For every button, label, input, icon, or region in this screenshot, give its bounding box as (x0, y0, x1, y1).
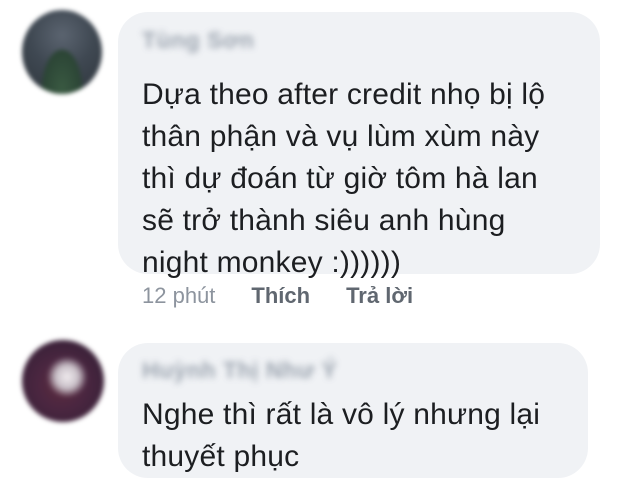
comment-text-line: thuyết phục (142, 440, 300, 473)
comment-text-line: thân phận và vụ lùm xùm này (142, 120, 540, 153)
comment-bubble: Huỳnh Thị Như Ý Nghe thì rất là vô lý nh… (118, 343, 588, 478)
comment-text-line: thì dự đoán từ giờ tôm hà lan (142, 162, 538, 195)
comment-text-line: Dựa theo after credit nhọ bị lộ (142, 78, 546, 111)
like-button[interactable]: Thích (251, 283, 310, 309)
comment-author-name[interactable]: Tùng Sơn (142, 26, 254, 56)
comment-text-line: sẽ trở thành siêu anh hùng (142, 204, 506, 237)
comment-meta: 12 phút Thích Trả lời (142, 280, 413, 312)
comment-text-line: night monkey :)))))) (142, 246, 402, 279)
comment-bubble: Tùng Sơn Dựa theo after credit nhọ bị lộ… (118, 12, 600, 279)
reply-button[interactable]: Trả lời (346, 283, 413, 309)
comment-author-name[interactable]: Huỳnh Thị Như Ý (142, 356, 337, 386)
comment-text-line: Nghe thì rất là vô lý nhưng lại (142, 398, 541, 431)
comment-text: Dựa theo after credit nhọ bị lộ thân phậ… (142, 74, 576, 284)
avatar[interactable] (22, 340, 104, 422)
avatar[interactable] (22, 10, 102, 94)
comment-timestamp[interactable]: 12 phút (142, 283, 215, 309)
comment-text: Nghe thì rất là vô lý nhưng lại thuyết p… (142, 394, 564, 478)
comment-thread: Tùng Sơn Dựa theo after credit nhọ bị lộ… (0, 0, 640, 479)
